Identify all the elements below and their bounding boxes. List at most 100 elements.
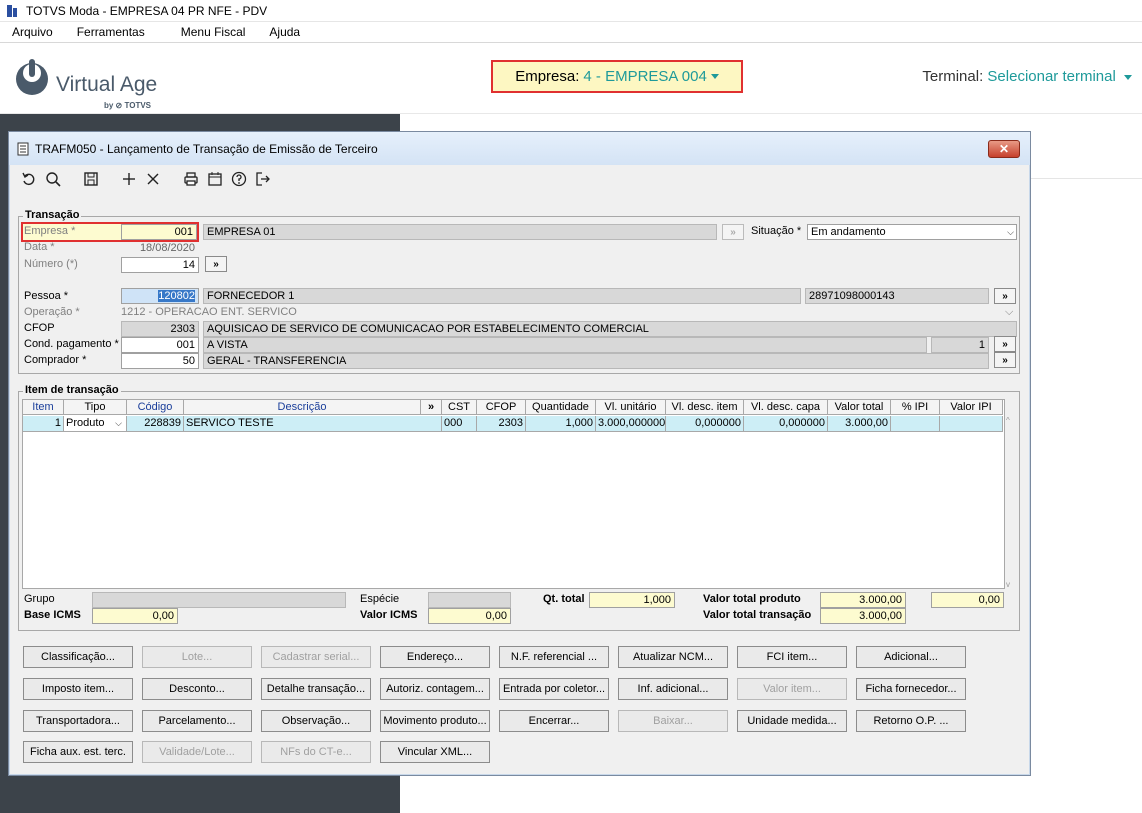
calendar-icon[interactable]	[203, 168, 227, 190]
cond-pagamento-code-input[interactable]: 001	[121, 337, 199, 353]
pessoa-code-input[interactable]: 120802	[121, 288, 199, 304]
empresa-more-button: »	[722, 224, 744, 240]
empresa-code-input[interactable]: 001	[121, 224, 197, 240]
valor-item-button: Valor item...	[737, 678, 847, 700]
close-button[interactable]: ✕	[988, 140, 1020, 158]
print-icon[interactable]	[179, 168, 203, 190]
table-cell-vl-desc-capa[interactable]: 0,000000	[744, 416, 828, 432]
add-icon[interactable]	[117, 168, 141, 190]
chevron-down-icon: ⌵	[1007, 227, 1014, 237]
itens-title: Item de transação	[23, 384, 121, 396]
retorno-op-button[interactable]: Retorno O.P. ...	[856, 710, 966, 732]
operacao-label: Operação *	[24, 306, 80, 318]
col-header-vl-desc-item[interactable]: Vl. desc. item	[666, 400, 744, 415]
scroll-down-icon[interactable]: v	[1006, 580, 1010, 589]
table-cell-cst[interactable]: 000	[442, 416, 477, 432]
menu-arquivo[interactable]: Arquivo	[0, 25, 65, 39]
empresa-selector[interactable]: Empresa: 4 - EMPRESA 004	[491, 60, 743, 93]
itens-table[interactable]: Item Tipo Código Descrição » CST CFOP Qu…	[22, 399, 1010, 589]
menu-ajuda[interactable]: Ajuda	[257, 25, 312, 39]
numero-field[interactable]: 14	[121, 257, 199, 273]
search-icon[interactable]	[41, 168, 65, 190]
col-header-cst[interactable]: CST	[442, 400, 477, 415]
transportadora-button[interactable]: Transportadora...	[23, 710, 133, 732]
ficha-fornecedor-button[interactable]: Ficha fornecedor...	[856, 678, 966, 700]
transaction-dialog: TRAFM050 - Lançamento de Transação de Em…	[8, 131, 1031, 776]
table-cell-valor-total[interactable]: 3.000,00	[828, 416, 891, 432]
delete-icon[interactable]	[141, 168, 165, 190]
nfs-cte-button: NFs do CT-e...	[261, 741, 371, 763]
app-title: TOTVS Moda - EMPRESA 04 PR NFE - PDV	[26, 3, 268, 18]
atualizar-ncm-button[interactable]: Atualizar NCM...	[618, 646, 728, 668]
qt-total-label: Qt. total	[543, 593, 585, 605]
help-icon[interactable]	[227, 168, 251, 190]
table-cell-vl-desc-item[interactable]: 0,000000	[666, 416, 744, 432]
pessoa-label: Pessoa *	[24, 290, 69, 302]
cond-more-button[interactable]: »	[994, 336, 1016, 352]
movimento-produto-button[interactable]: Movimento produto...	[380, 710, 490, 732]
table-cell-quantidade[interactable]: 1,000	[526, 416, 596, 432]
validade-lote-button: Validade/Lote...	[142, 741, 252, 763]
autoriz-contagem-button[interactable]: Autoriz. contagem...	[380, 678, 490, 700]
menu-ferramentas[interactable]: Ferramentas	[65, 25, 157, 39]
inf-adicional-button[interactable]: Inf. adicional...	[618, 678, 728, 700]
col-header-cfop[interactable]: CFOP	[477, 400, 526, 415]
col-header-ipi-pct[interactable]: % IPI	[891, 400, 940, 415]
base-icms-label: Base ICMS	[24, 609, 81, 621]
exit-icon[interactable]	[251, 168, 275, 190]
col-header-more[interactable]: »	[421, 400, 442, 415]
col-header-item[interactable]: Item	[23, 400, 64, 415]
close-icon: ✕	[998, 142, 1010, 156]
logo-text: Virtual Age	[56, 73, 158, 96]
menu-menu-fiscal[interactable]: Menu Fiscal	[157, 25, 258, 39]
undo-icon[interactable]	[17, 168, 41, 190]
unidade-medida-button[interactable]: Unidade medida...	[737, 710, 847, 732]
table-cell-vl-unitario[interactable]: 3.000,000000	[596, 416, 666, 432]
vincular-xml-button[interactable]: Vincular XML...	[380, 741, 490, 763]
col-header-vl-desc-capa[interactable]: Vl. desc. capa	[744, 400, 828, 415]
table-scrollbar[interactable]: ^ v	[1006, 416, 1018, 589]
operacao-value[interactable]: 1212 - OPERACAO ENT. SERVICO	[121, 306, 297, 318]
table-cell-cfop[interactable]: 2303	[477, 416, 526, 432]
imposto-item-button[interactable]: Imposto item...	[23, 678, 133, 700]
pessoa-more-button[interactable]: »	[994, 288, 1016, 304]
terminal-selector[interactable]: Terminal: Selecionar terminal	[922, 68, 1132, 85]
nf-referencial-button[interactable]: N.F. referencial ...	[499, 646, 609, 668]
col-header-valor-total[interactable]: Valor total	[828, 400, 891, 415]
base-icms-field: 0,00	[92, 608, 178, 624]
col-header-valor-ipi[interactable]: Valor IPI	[940, 400, 1003, 415]
encerrar-button[interactable]: Encerrar...	[499, 710, 609, 732]
numero-more-button[interactable]: »	[205, 256, 227, 272]
fci-item-button[interactable]: FCI item...	[737, 646, 847, 668]
table-cell-valor-ipi[interactable]	[940, 416, 1003, 432]
scroll-up-icon[interactable]: ^	[1006, 416, 1010, 425]
detalhe-transacao-button[interactable]: Detalhe transação...	[261, 678, 371, 700]
save-icon[interactable]	[79, 168, 103, 190]
table-cell-codigo[interactable]: 228839	[127, 416, 184, 432]
cfop-label: CFOP	[24, 322, 55, 334]
table-cell-descricao[interactable]: SERVICO TESTE	[184, 416, 442, 432]
valor-total-produto-field: 3.000,00	[820, 592, 906, 608]
col-header-vl-unitario[interactable]: Vl. unitário	[596, 400, 666, 415]
valor-icms-label: Valor ICMS	[360, 609, 418, 621]
comprador-code-input[interactable]: 50	[121, 353, 199, 369]
table-cell-tipo[interactable]: Produto ⌵	[64, 416, 127, 432]
col-header-quantidade[interactable]: Quantidade	[526, 400, 596, 415]
observacao-button[interactable]: Observação...	[261, 710, 371, 732]
table-cell-item[interactable]: 1	[23, 416, 64, 432]
situacao-select[interactable]: Em andamento ⌵	[807, 224, 1017, 240]
col-header-tipo[interactable]: Tipo	[64, 400, 127, 415]
entrada-coletor-button[interactable]: Entrada por coletor...	[499, 678, 609, 700]
adicional-button[interactable]: Adicional...	[856, 646, 966, 668]
app-menubar: Arquivo Ferramentas Menu Fiscal Ajuda	[0, 22, 1142, 43]
col-header-descricao[interactable]: Descrição	[184, 400, 421, 415]
col-header-codigo[interactable]: Código	[127, 400, 184, 415]
comprador-more-button[interactable]: »	[994, 352, 1016, 368]
ficha-aux-est-terc-button[interactable]: Ficha aux. est. terc.	[23, 741, 133, 763]
table-cell-ipi-pct[interactable]	[891, 416, 940, 432]
desconto-button[interactable]: Desconto...	[142, 678, 252, 700]
endereco-button[interactable]: Endereço...	[380, 646, 490, 668]
parcelamento-button[interactable]: Parcelamento...	[142, 710, 252, 732]
terminal-label: Terminal:	[922, 68, 984, 85]
classificacao-button[interactable]: Classificação...	[23, 646, 133, 668]
